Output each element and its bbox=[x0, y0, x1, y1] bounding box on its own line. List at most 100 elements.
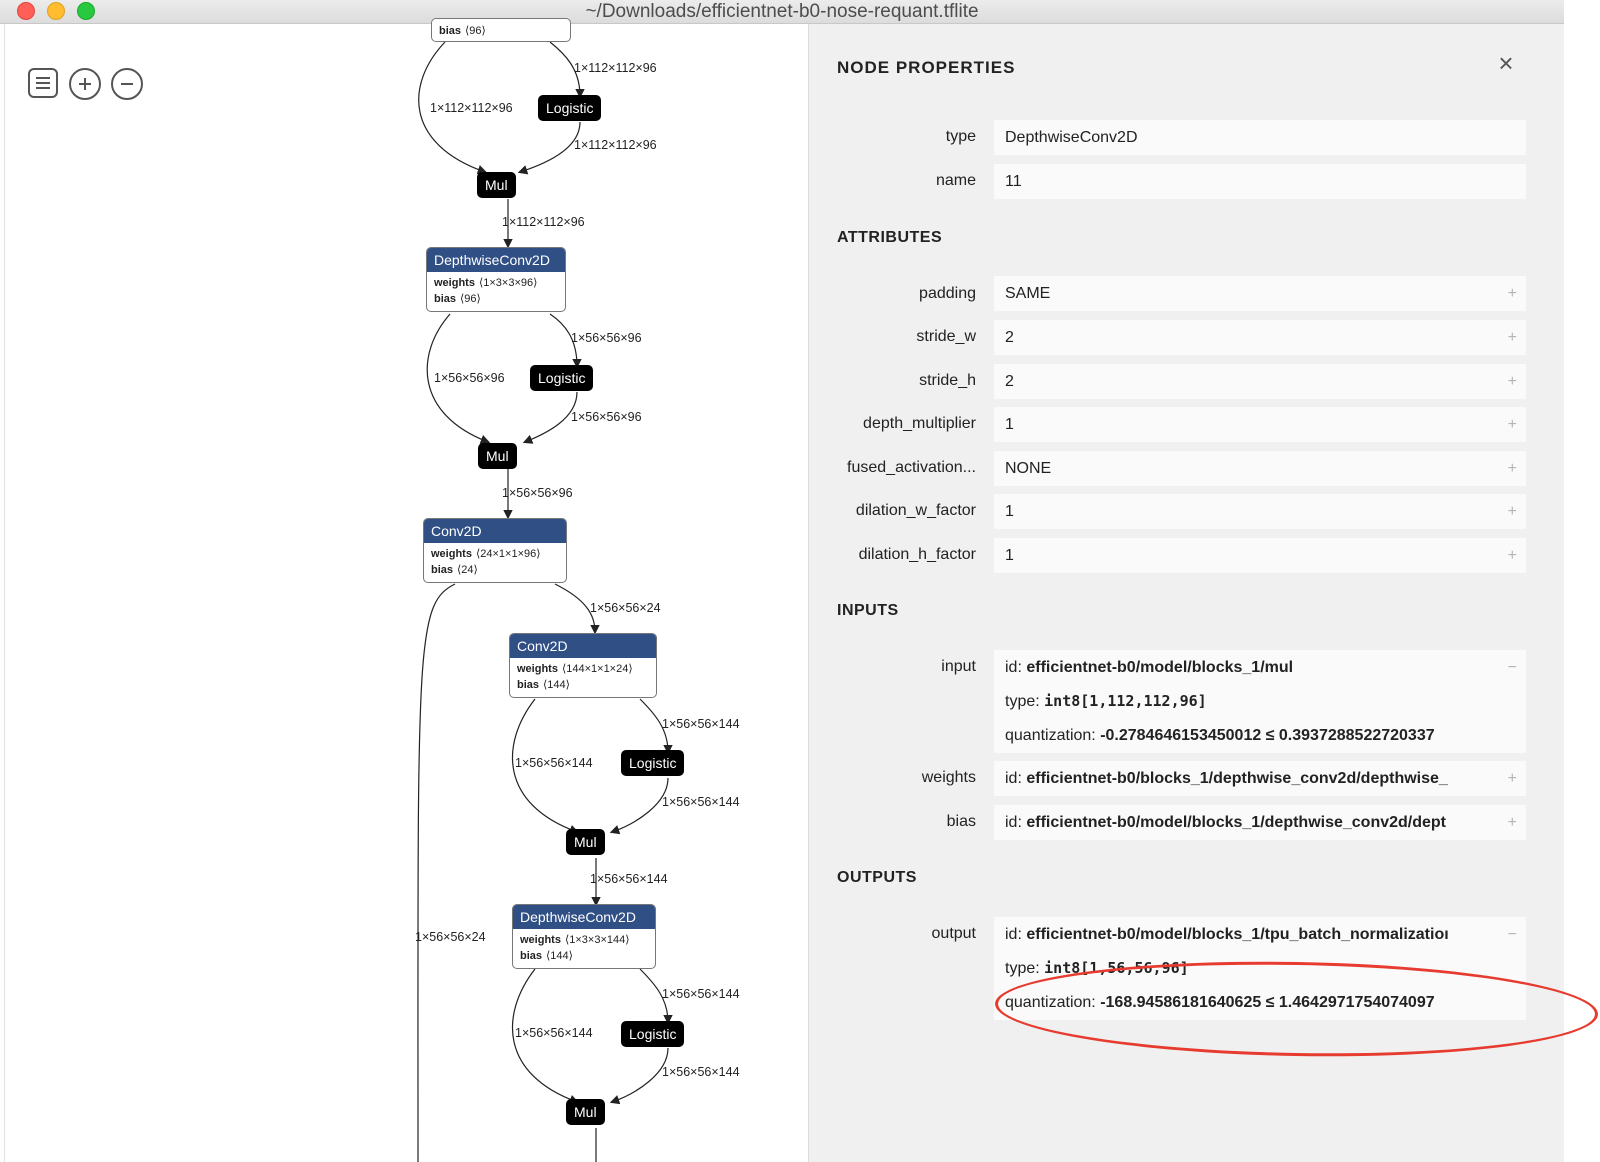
attr-value: ⟨144⟩ bbox=[546, 950, 573, 962]
edge-label: 1×56×56×24 bbox=[415, 930, 486, 944]
attr-name-fused-activation: fused_activation... bbox=[847, 459, 976, 476]
input-name: input bbox=[941, 658, 976, 675]
input-quantization-value: quantization: -0.2784646153450012 ≤ 0.39… bbox=[994, 718, 1526, 753]
attr-value: ⟨144×1×1×24⟩ bbox=[561, 663, 633, 675]
inputs-heading: INPUTS bbox=[837, 602, 899, 619]
attr-value: ⟨96⟩ bbox=[460, 293, 481, 305]
attr-value-fused-activation[interactable]: NONE + bbox=[994, 451, 1526, 486]
attr-name-depth-multiplier: depth_multiplier bbox=[863, 415, 976, 432]
attr-value-padding[interactable]: SAME + bbox=[994, 276, 1526, 311]
expand-icon[interactable]: + bbox=[1508, 805, 1517, 840]
node-properties-panel: NODE PROPERTIES × type DepthwiseConv2D n… bbox=[808, 24, 1564, 1162]
edge-path bbox=[609, 1047, 669, 1105]
edge-path bbox=[517, 121, 581, 175]
graph-node-depthwiseconv2d[interactable]: DepthwiseConv2D weights ⟨1×3×3×96⟩ bias ⟨9… bbox=[426, 247, 566, 312]
edge-path bbox=[522, 391, 578, 444]
edge-path bbox=[609, 777, 669, 835]
attr-name-dilation-w-factor: dilation_w_factor bbox=[855, 502, 976, 519]
expand-icon[interactable]: + bbox=[1508, 407, 1517, 442]
edge-label: 1×56×56×144 bbox=[662, 1065, 740, 1079]
attr-label: weights bbox=[434, 277, 475, 289]
edge-label: 1×112×112×96 bbox=[502, 215, 585, 229]
edge-label: 1×112×112×96 bbox=[574, 138, 657, 152]
edge-path bbox=[554, 583, 600, 635]
graph-node-partial[interactable]: bias ⟨96⟩ bbox=[431, 18, 571, 42]
attr-name-dilation-h-factor: dilation_h_factor bbox=[858, 546, 976, 563]
attr-value-dilation-h-factor[interactable]: 1 + bbox=[994, 538, 1526, 573]
expand-icon[interactable]: + bbox=[1508, 451, 1517, 486]
attr-label: weights bbox=[431, 548, 472, 560]
node-title: Conv2D bbox=[424, 519, 566, 543]
edge-label: 1×56×56×96 bbox=[502, 486, 573, 500]
edge-label: 1×56×56×96 bbox=[434, 371, 505, 385]
attr-value: ⟨144⟩ bbox=[543, 679, 570, 691]
attr-value-dilation-w-factor[interactable]: 1 + bbox=[994, 494, 1526, 529]
weights-name: weights bbox=[921, 769, 976, 786]
bias-name: bias bbox=[946, 813, 976, 830]
graph-node-logistic[interactable]: Logistic bbox=[621, 1021, 685, 1047]
attr-label: weights bbox=[520, 934, 561, 946]
attr-value: ⟨24×1×1×96⟩ bbox=[475, 548, 541, 560]
prop-value-name[interactable]: 11 bbox=[994, 164, 1526, 199]
attr-value: ⟨1×3×3×144⟩ bbox=[564, 934, 630, 946]
graph-node-conv2d[interactable]: Conv2D weights ⟨144×1×1×24⟩ bias ⟨144⟩ bbox=[509, 633, 657, 698]
edge-path bbox=[417, 583, 456, 1162]
edge-label: 1×56×56×144 bbox=[662, 795, 740, 809]
attr-value: ⟨96⟩ bbox=[465, 25, 486, 37]
graph-node-mul[interactable]: Mul bbox=[477, 172, 516, 198]
window-title-bar: ~/Downloads/efficientnet-b0-nose-requant… bbox=[0, 0, 1564, 24]
output-type-value: type: int8[1,56,56,96] bbox=[994, 951, 1526, 986]
attr-value-stride-w[interactable]: 2 + bbox=[994, 320, 1526, 355]
graph-canvas[interactable]: bias ⟨96⟩ 1×112×112×96 Logistic 1×112×112… bbox=[4, 18, 809, 1162]
graph-node-logistic[interactable]: Logistic bbox=[538, 95, 602, 121]
graph-node-logistic[interactable]: Logistic bbox=[621, 750, 685, 776]
output-name: output bbox=[931, 925, 976, 942]
weights-id-value[interactable]: id: efficientnet-b0/blocks_1/depthwise_c… bbox=[994, 761, 1526, 796]
output-quantization-value: quantization: -168.94586181640625 ≤ 1.46… bbox=[994, 985, 1526, 1020]
edge-label: 1×56×56×144 bbox=[515, 756, 593, 770]
node-title: DepthwiseConv2D bbox=[513, 905, 655, 929]
graph-node-depthwiseconv2d[interactable]: DepthwiseConv2D weights ⟨1×3×3×144⟩ bias ⟨… bbox=[512, 904, 656, 969]
panel-title: NODE PROPERTIES bbox=[837, 58, 1016, 77]
output-id-value[interactable]: id: efficientnet-b0/model/blocks_1/tpu_b… bbox=[994, 917, 1526, 952]
expand-icon[interactable]: + bbox=[1508, 364, 1517, 399]
attr-value-stride-h[interactable]: 2 + bbox=[994, 364, 1526, 399]
graph-node-logistic[interactable]: Logistic bbox=[530, 365, 594, 391]
edge-label: 1×56×56×96 bbox=[571, 410, 642, 424]
node-title: DepthwiseConv2D bbox=[427, 248, 565, 272]
attr-label: weights bbox=[517, 663, 558, 675]
edge-label: 1×56×56×24 bbox=[590, 601, 661, 615]
node-title: Conv2D bbox=[510, 634, 656, 658]
prop-value-type[interactable]: DepthwiseConv2D bbox=[994, 120, 1526, 155]
attr-name-stride-w: stride_w bbox=[916, 328, 976, 345]
expand-icon[interactable]: + bbox=[1508, 538, 1517, 573]
expand-icon[interactable]: + bbox=[1508, 320, 1517, 355]
attr-label: bias bbox=[439, 25, 462, 37]
outputs-heading: OUTPUTS bbox=[837, 869, 917, 886]
collapse-icon[interactable]: − bbox=[1508, 917, 1517, 952]
collapse-icon[interactable]: − bbox=[1508, 650, 1517, 685]
expand-icon[interactable]: + bbox=[1508, 276, 1517, 311]
expand-icon[interactable]: + bbox=[1508, 494, 1517, 529]
edge-label: 1×112×112×96 bbox=[574, 61, 657, 75]
attr-label: bias bbox=[520, 950, 543, 962]
close-icon[interactable]: × bbox=[1493, 50, 1519, 76]
window-title: ~/Downloads/efficientnet-b0-nose-requant… bbox=[585, 1, 979, 22]
attr-value-depth-multiplier[interactable]: 1 + bbox=[994, 407, 1526, 442]
graph-node-conv2d[interactable]: Conv2D weights ⟨24×1×1×96⟩ bias ⟨24⟩ bbox=[423, 518, 567, 583]
input-id-value[interactable]: id: efficientnet-b0/model/blocks_1/mul − bbox=[994, 650, 1526, 685]
bias-id-value[interactable]: id: efficientnet-b0/model/blocks_1/depth… bbox=[994, 805, 1526, 840]
edge-label: 1×56×56×144 bbox=[662, 987, 740, 1001]
expand-icon[interactable]: + bbox=[1508, 761, 1517, 796]
graph-node-mul[interactable]: Mul bbox=[566, 829, 605, 855]
input-type-value: type: int8[1,112,112,96] bbox=[994, 684, 1526, 719]
attr-value: ⟨24⟩ bbox=[457, 564, 478, 576]
edge-label: 1×56×56×144 bbox=[515, 1026, 593, 1040]
prop-name-name: name bbox=[935, 172, 976, 189]
edge-label: 1×56×56×96 bbox=[571, 331, 642, 345]
edge-label: 1×112×112×96 bbox=[430, 101, 513, 115]
prop-name-type: type bbox=[945, 128, 976, 145]
attr-name-stride-h: stride_h bbox=[919, 372, 976, 389]
graph-node-mul[interactable]: Mul bbox=[478, 443, 517, 469]
graph-node-mul[interactable]: Mul bbox=[566, 1099, 605, 1125]
